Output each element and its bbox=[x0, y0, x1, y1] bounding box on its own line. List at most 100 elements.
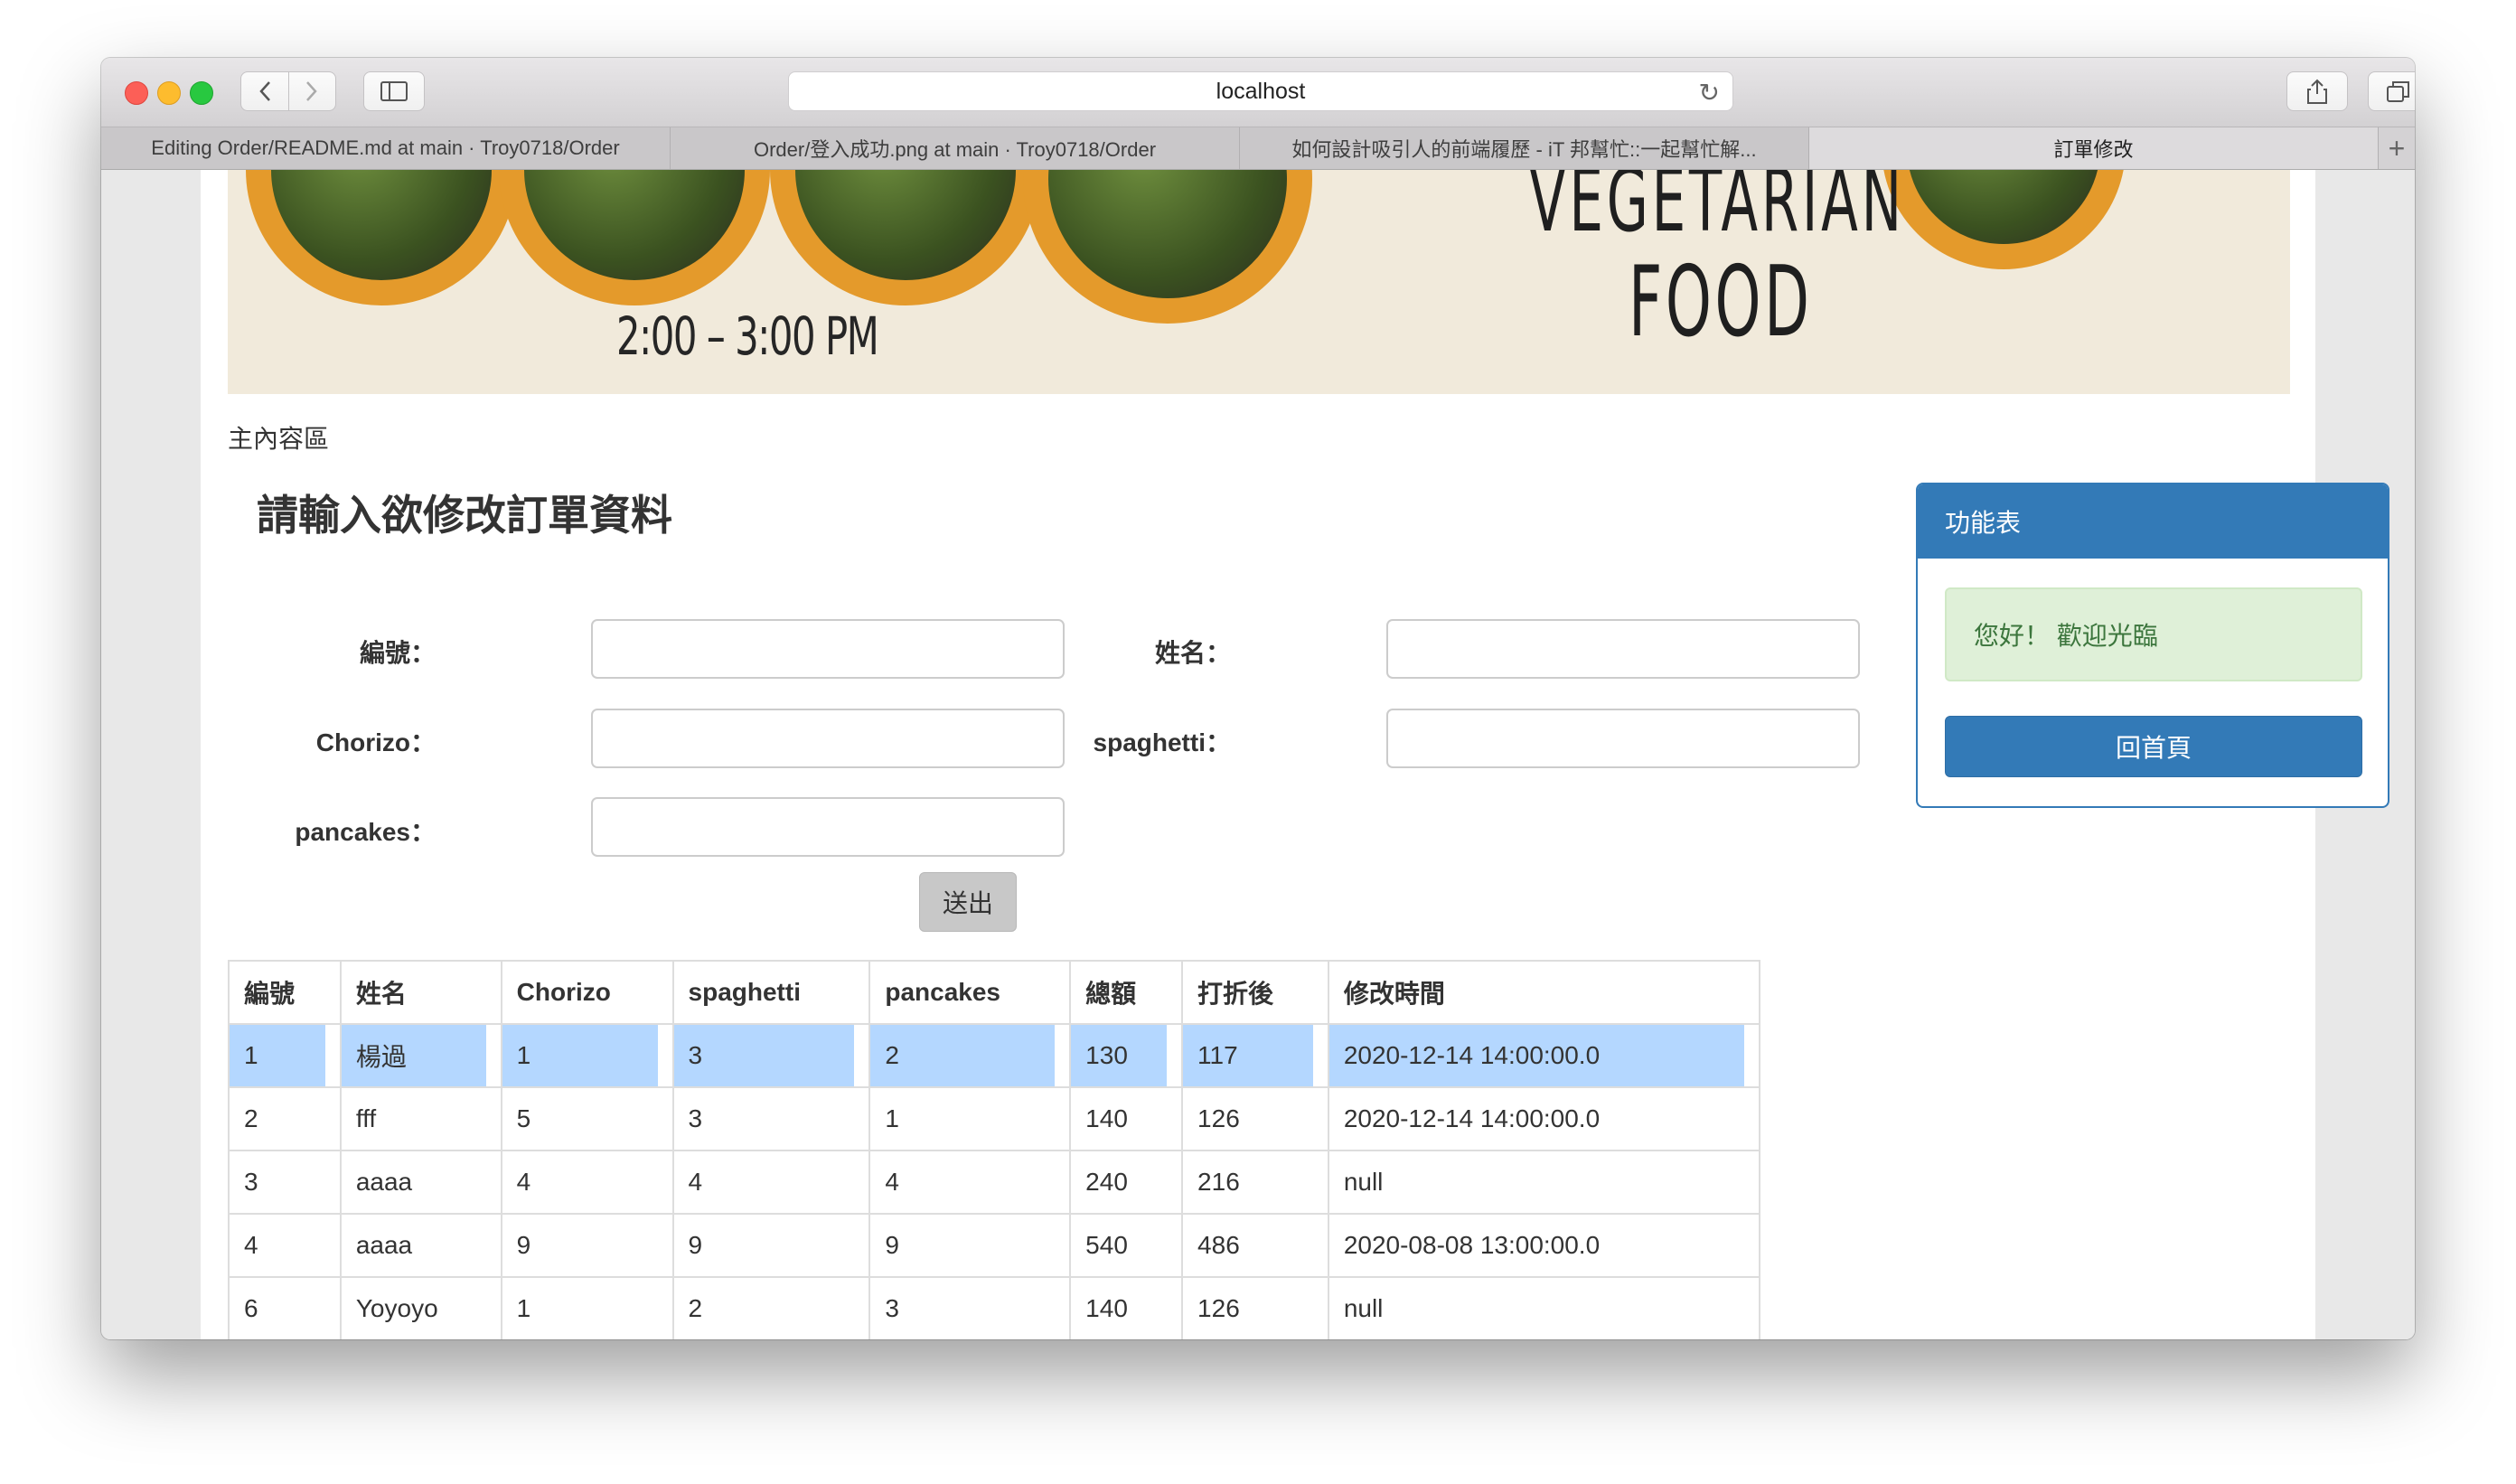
tabs-overview-icon bbox=[2387, 81, 2409, 102]
menu-panel: 功能表 您好！ 歡迎光臨 回首頁 bbox=[1916, 483, 2389, 808]
cell-spaghetti: 3 bbox=[671, 1086, 871, 1151]
orders-table: 編號 姓名 Chorizo spaghetti pancakes 總額 打折後 … bbox=[228, 960, 1761, 1339]
cell-modified: 2020-12-14 14:00:00.0 bbox=[1327, 1086, 1761, 1151]
home-button[interactable]: 回首頁 bbox=[1945, 716, 2362, 777]
submit-button[interactable]: 送出 bbox=[919, 872, 1017, 932]
cell-spaghetti: 2 bbox=[671, 1276, 871, 1339]
pancakes-input[interactable] bbox=[591, 797, 1065, 857]
cell-pancakes: 4 bbox=[868, 1150, 1072, 1215]
nav-buttons bbox=[240, 71, 336, 111]
cell-modified: null bbox=[1327, 1276, 1761, 1339]
cell-chorizo: 1 bbox=[500, 1023, 674, 1088]
cell-total: 140 bbox=[1069, 1086, 1184, 1151]
show-tabs-button[interactable] bbox=[2368, 71, 2415, 111]
cell-discounted: 126 bbox=[1181, 1086, 1329, 1151]
cell-total: 240 bbox=[1069, 1150, 1184, 1215]
tab-order-edit[interactable]: 訂單修改 bbox=[1809, 127, 2379, 169]
tab-ithome[interactable]: 如何設計吸引人的前端履歷 - iT 邦幫忙::一起幫忙解... bbox=[1240, 127, 1809, 169]
cell-discounted: 117 bbox=[1181, 1023, 1329, 1088]
cell-pancakes: 9 bbox=[868, 1213, 1072, 1278]
browser-window: localhost ↻ Editing Order/README.md at m… bbox=[101, 58, 2415, 1339]
tab-label: 如何設計吸引人的前端履歷 - iT 邦幫忙::一起幫忙解... bbox=[1291, 138, 1757, 161]
cell-id: 1 bbox=[228, 1023, 342, 1088]
table-header-row: 編號 姓名 Chorizo spaghetti pancakes 總額 打折後 … bbox=[228, 960, 1761, 1025]
tab-login-png[interactable]: Order/登入成功.png at main · Troy0718/Order bbox=[671, 127, 1240, 169]
spaghetti-input[interactable] bbox=[1386, 709, 1860, 768]
forward-button[interactable] bbox=[287, 72, 336, 110]
food-photo bbox=[499, 170, 770, 305]
name-label: 姓名： bbox=[1154, 639, 1231, 667]
cell-name: fff bbox=[339, 1086, 502, 1151]
col-header-id: 編號 bbox=[228, 960, 342, 1025]
cell-name: aaaa bbox=[339, 1213, 502, 1278]
col-header-chorizo: Chorizo bbox=[500, 960, 674, 1025]
cell-name: Yoyoyo bbox=[339, 1276, 502, 1339]
sidebar-toggle-button[interactable] bbox=[363, 71, 425, 111]
new-tab-button[interactable]: + bbox=[2379, 127, 2415, 169]
tab-readme[interactable]: Editing Order/README.md at main · Troy07… bbox=[101, 127, 671, 169]
col-header-spaghetti: spaghetti bbox=[671, 960, 871, 1025]
share-icon bbox=[2307, 79, 2327, 104]
share-button[interactable] bbox=[2286, 71, 2348, 111]
back-button[interactable] bbox=[241, 72, 288, 110]
web-viewport[interactable]: 2:00 – 3:00 PM VEGETARIAN FOOD 主內容區 請輸入欲… bbox=[101, 170, 2415, 1339]
table-row[interactable]: 1 楊過 1 3 2 130 117 2020-12-14 14:00:00.0 bbox=[228, 1023, 1761, 1088]
zoom-window-button[interactable] bbox=[190, 81, 213, 105]
cell-name: aaaa bbox=[339, 1150, 502, 1215]
name-input[interactable] bbox=[1386, 619, 1860, 679]
cell-total: 140 bbox=[1069, 1276, 1184, 1339]
id-input[interactable] bbox=[591, 619, 1065, 679]
cell-id: 4 bbox=[228, 1213, 342, 1278]
food-photo bbox=[1882, 170, 2126, 269]
cell-discounted: 126 bbox=[1181, 1276, 1329, 1339]
cell-discounted: 486 bbox=[1181, 1213, 1329, 1278]
chorizo-label: Chorizo： bbox=[315, 728, 436, 756]
table-row[interactable]: 3 aaaa 4 4 4 240 216 null bbox=[228, 1150, 1761, 1215]
col-header-modified: 修改時間 bbox=[1327, 960, 1761, 1025]
banner-image: 2:00 – 3:00 PM VEGETARIAN FOOD bbox=[228, 170, 2290, 394]
cell-chorizo: 1 bbox=[500, 1276, 674, 1339]
tab-label: Order/登入成功.png at main · Troy0718/Order bbox=[753, 138, 1157, 161]
cell-chorizo: 4 bbox=[500, 1150, 674, 1215]
cell-pancakes: 1 bbox=[868, 1086, 1072, 1151]
cell-spaghetti: 9 bbox=[671, 1213, 871, 1278]
main-section-label: 主內容區 bbox=[228, 425, 330, 453]
form-title: 請輸入欲修改訂單資料 bbox=[257, 492, 672, 539]
cell-id: 6 bbox=[228, 1276, 342, 1339]
col-header-pancakes: pancakes bbox=[868, 960, 1072, 1025]
cell-chorizo: 5 bbox=[500, 1086, 674, 1151]
cell-modified: null bbox=[1327, 1150, 1761, 1215]
chorizo-input[interactable] bbox=[591, 709, 1065, 768]
address-bar[interactable]: localhost ↻ bbox=[788, 71, 1733, 111]
tab-label: 訂單修改 bbox=[2053, 138, 2134, 161]
food-photo bbox=[1023, 170, 1312, 324]
banner-heading-bottom: FOOD bbox=[1629, 246, 1813, 359]
table-row[interactable]: 4 aaaa 9 9 9 540 486 2020-08-08 13:00:00… bbox=[228, 1213, 1761, 1278]
food-photo bbox=[770, 170, 1041, 305]
chevron-left-icon bbox=[259, 81, 270, 101]
cell-spaghetti: 4 bbox=[671, 1150, 871, 1215]
minimize-window-button[interactable] bbox=[157, 81, 181, 105]
tab-label: Editing Order/README.md at main · Troy07… bbox=[151, 136, 620, 159]
spaghetti-label: spaghetti： bbox=[1093, 728, 1231, 756]
food-photo bbox=[246, 170, 517, 305]
banner-heading-top: VEGETARIAN bbox=[1529, 170, 1905, 251]
cell-modified: 2020-08-08 13:00:00.0 bbox=[1327, 1213, 1761, 1278]
cell-id: 3 bbox=[228, 1150, 342, 1215]
address-text: localhost bbox=[1216, 78, 1306, 104]
sidebar-icon bbox=[380, 81, 408, 101]
cell-pancakes: 2 bbox=[868, 1023, 1072, 1088]
page-container: 2:00 – 3:00 PM VEGETARIAN FOOD 主內容區 請輸入欲… bbox=[201, 170, 2389, 1339]
menu-panel-title: 功能表 bbox=[1918, 484, 2388, 559]
pancakes-label: pancakes： bbox=[295, 818, 436, 846]
tab-bar: Editing Order/README.md at main · Troy07… bbox=[101, 127, 2415, 170]
cell-modified: 2020-12-14 14:00:00.0 bbox=[1327, 1023, 1761, 1088]
table-row[interactable]: 2 fff 5 3 1 140 126 2020-12-14 14:00:00.… bbox=[228, 1086, 1761, 1151]
reload-icon[interactable]: ↻ bbox=[1699, 78, 1720, 108]
cell-discounted: 216 bbox=[1181, 1150, 1329, 1215]
cell-total: 130 bbox=[1069, 1023, 1184, 1088]
table-row[interactable]: 6 Yoyoyo 1 2 3 140 126 null bbox=[228, 1276, 1761, 1339]
close-window-button[interactable] bbox=[125, 81, 148, 105]
col-header-discounted: 打折後 bbox=[1181, 960, 1329, 1025]
id-label: 編號： bbox=[359, 639, 436, 667]
